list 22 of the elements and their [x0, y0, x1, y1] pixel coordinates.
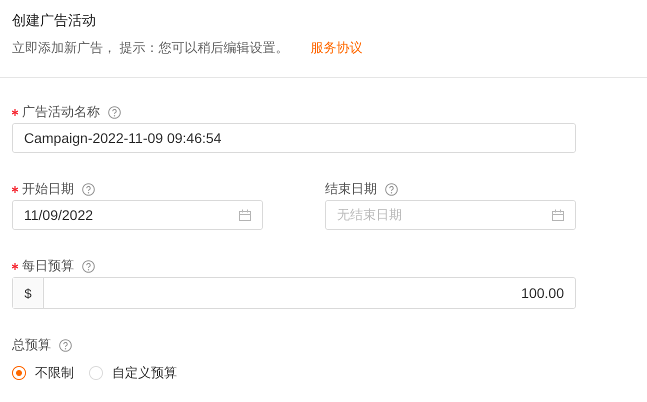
radio-label: 不限制	[35, 364, 74, 382]
required-icon	[12, 262, 18, 270]
field-label: 每日预算	[22, 257, 74, 275]
field-label: 结束日期	[325, 180, 377, 198]
required-icon	[12, 186, 18, 192]
help-icon	[385, 182, 398, 196]
field-label: 总预算	[12, 336, 51, 354]
help-icon	[82, 260, 95, 272]
text-field[interactable]: Campaign-2022-11-09 09:46:54	[12, 123, 576, 153]
radio-label: 自定义预算	[112, 364, 177, 382]
field-label: 广告活动名称	[22, 103, 100, 121]
page-title: 创建广告活动	[12, 11, 97, 30]
help-icon	[59, 338, 72, 352]
help-icon	[108, 106, 121, 118]
required-icon	[12, 108, 18, 116]
field-label: 开始日期	[22, 180, 74, 198]
calendar-icon	[552, 209, 564, 221]
calendar-icon	[239, 209, 251, 221]
radio-button[interactable]	[12, 366, 26, 380]
date-field[interactable]: 11/09/2022	[12, 200, 263, 230]
hint-text: 立即添加新广告， 提示：您可以稍后编辑设置。	[12, 39, 289, 57]
help-icon	[82, 182, 95, 196]
